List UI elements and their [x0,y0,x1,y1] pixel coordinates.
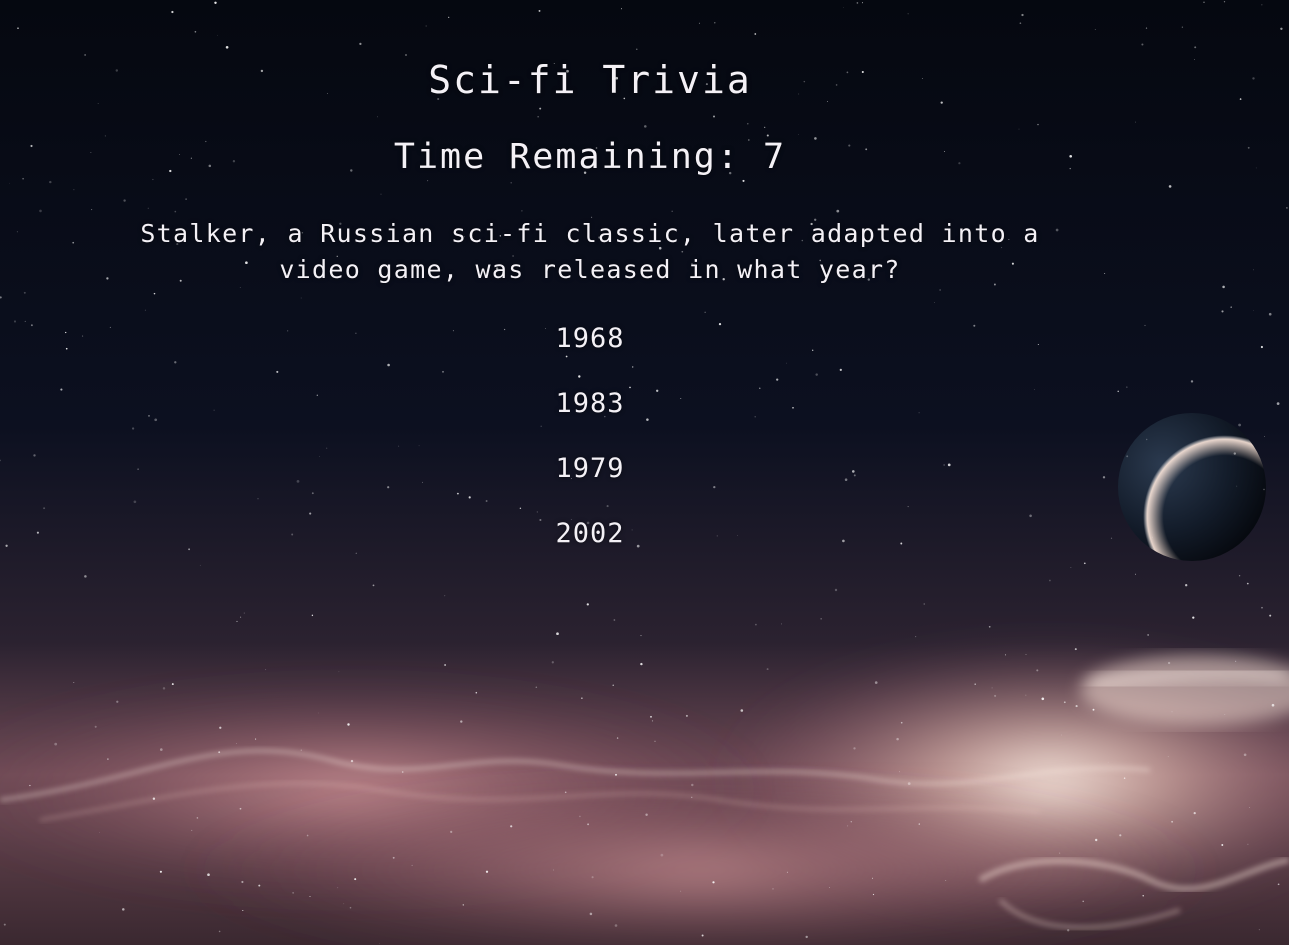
answer-option[interactable]: 1968 [530,320,650,385]
answer-option[interactable]: 1979 [530,450,650,515]
answer-option[interactable]: 2002 [530,515,650,580]
game-title: Sci-fi Trivia [428,58,752,102]
answer-list: 1968 1983 1979 2002 [0,320,1180,580]
time-remaining: Time Remaining: 7 [393,137,787,177]
answer-option[interactable]: 1983 [530,385,650,450]
question-text: Stalker, a Russian sci-fi classic, later… [140,219,1040,284]
